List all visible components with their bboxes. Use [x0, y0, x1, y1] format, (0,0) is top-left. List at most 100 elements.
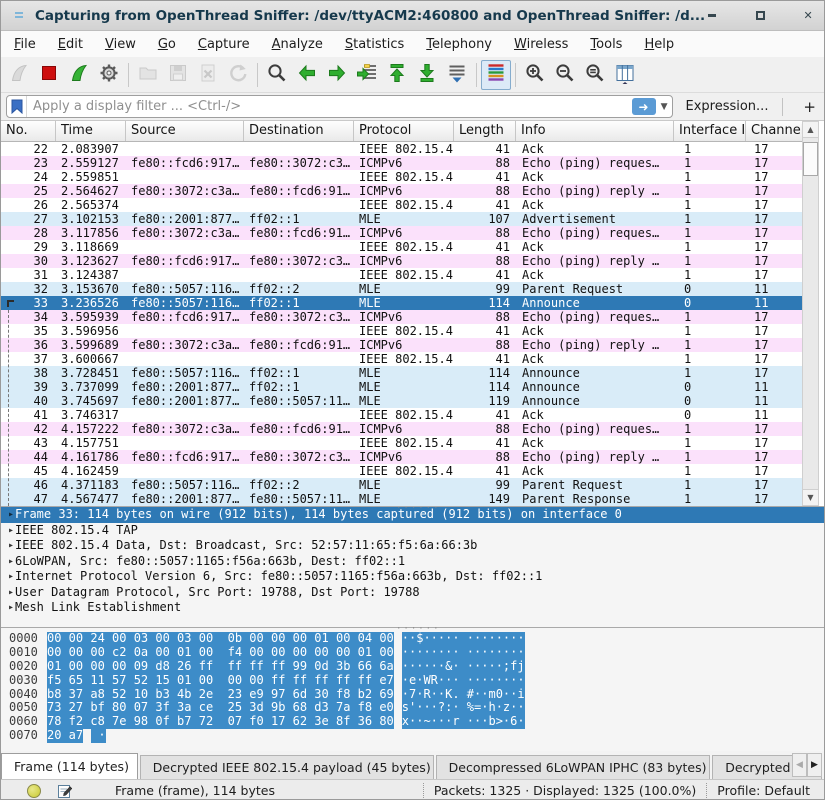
expression-button[interactable]: Expression... [685, 99, 768, 114]
maximize-button[interactable] [753, 9, 767, 23]
go-to-packet-button[interactable] [352, 60, 382, 90]
hex-bytes[interactable]: b8 37 a8 52 10 b3 4b 2e 23 e9 97 6d 30 f… [47, 688, 394, 702]
column-header-time[interactable]: Time [56, 121, 126, 142]
packet-row-46[interactable]: 464.371183fe80::5057:116…ff02::2MLE99Par… [1, 478, 804, 492]
status-profile[interactable]: Profile: Default [717, 783, 810, 798]
minimize-button[interactable] [705, 9, 719, 23]
packet-row-28[interactable]: 283.117856fe80::3072:c3a…fe80::fcd6:91…I… [1, 226, 804, 240]
hex-ascii[interactable]: ·7·R··K. #··m0··i [402, 688, 525, 702]
detail-line[interactable]: ▸User Datagram Protocol, Src Port: 19788… [1, 585, 824, 601]
packet-row-36[interactable]: 363.599689fe80::3072:c3a…fe80::fcd6:91…I… [1, 338, 804, 352]
expander-icon[interactable]: ▸ [1, 507, 15, 523]
menu-item-statistics[interactable]: Statistics [334, 34, 415, 55]
menu-item-edit[interactable]: Edit [47, 34, 94, 55]
packet-row-27[interactable]: 273.102153fe80::2001:877…ff02::1MLE107Ad… [1, 212, 804, 226]
packet-row-25[interactable]: 252.564627fe80::3072:c3a…fe80::fcd6:91…I… [1, 184, 804, 198]
expert-info-icon[interactable] [27, 784, 41, 798]
menu-item-view[interactable]: View [94, 34, 147, 55]
packet-row-37[interactable]: 373.600667IEEE 802.15.441Ack117 [1, 352, 804, 366]
hex-bytes[interactable]: 00 00 00 c2 0a 00 01 00 f4 00 00 00 00 0… [47, 646, 394, 660]
add-filter-button[interactable]: + [795, 98, 824, 116]
hex-ascii[interactable]: ········ ········ [402, 646, 525, 660]
packet-row-22[interactable]: 222.083907IEEE 802.15.441Ack117 [1, 142, 804, 156]
scrollbar-thumb[interactable] [803, 142, 818, 176]
packet-row-35[interactable]: 353.596956IEEE 802.15.441Ack117 [1, 324, 804, 338]
packet-row-33[interactable]: 333.236526fe80::5057:116…ff02::1MLE114An… [1, 296, 804, 310]
menu-item-telephony[interactable]: Telephony [415, 34, 503, 55]
zoom-out-button[interactable] [550, 60, 580, 90]
column-header-info[interactable]: Info [516, 121, 674, 142]
menu-item-go[interactable]: Go [147, 34, 187, 55]
bookmark-icon[interactable] [7, 96, 27, 117]
hex-ascii[interactable]: x··~···r ···b>·6· [402, 715, 525, 729]
expander-icon[interactable]: ▸ [1, 523, 15, 539]
packet-row-41[interactable]: 413.746317IEEE 802.15.441Ack011 [1, 408, 804, 422]
byte-tab-3[interactable]: Decompressed 6LoWPAN IPHC (83 bytes) [436, 755, 711, 779]
packet-row-43[interactable]: 434.157751IEEE 802.15.441Ack117 [1, 436, 804, 450]
packet-row-40[interactable]: 403.745697fe80::2001:877…fe80::5057:11…M… [1, 394, 804, 408]
hex-ascii[interactable]: ······&· ·····;fj [402, 660, 525, 674]
splitter-handle[interactable]: ······ [396, 506, 441, 513]
byte-tab-2[interactable]: Decrypted IEEE 802.15.4 payload (45 byte… [140, 755, 434, 779]
filter-dropdown-icon[interactable]: ▼ [659, 102, 673, 112]
menu-item-wireless[interactable]: Wireless [503, 34, 579, 55]
column-header-channel[interactable]: Channel [746, 121, 804, 142]
detail-line[interactable]: ▸Mesh Link Establishment [1, 600, 824, 616]
packet-row-26[interactable]: 262.565374IEEE 802.15.441Ack117 [1, 198, 804, 212]
go-first-button[interactable] [382, 60, 412, 90]
expander-icon[interactable]: ▸ [1, 554, 15, 570]
menu-item-help[interactable]: Help [633, 34, 685, 55]
hex-bytes[interactable]: f5 65 11 57 52 15 01 00 00 00 ff ff ff f… [47, 674, 394, 688]
capture-options-button[interactable] [94, 60, 124, 90]
capture-comment-icon[interactable] [57, 783, 73, 799]
detail-line[interactable]: ▸IEEE 802.15.4 TAP [1, 523, 824, 539]
packet-row-39[interactable]: 393.737099fe80::2001:877…ff02::1MLE114An… [1, 380, 804, 394]
packet-row-34[interactable]: 343.595939fe80::fcd6:917…fe80::3072:c3…I… [1, 310, 804, 324]
menu-item-capture[interactable]: Capture [187, 34, 261, 55]
resize-columns-button[interactable] [610, 60, 640, 90]
go-forward-button[interactable] [322, 60, 352, 90]
packet-row-47[interactable]: 474.567477fe80::2001:877…fe80::5057:11…M… [1, 492, 804, 506]
colorize-button[interactable] [481, 60, 511, 90]
expander-icon[interactable]: ▸ [1, 585, 15, 601]
column-header-interface-id[interactable]: Interface ID [674, 121, 746, 142]
tab-scroll-right-icon[interactable]: ▶ [807, 753, 822, 777]
hex-bytes[interactable]: 00 00 24 00 03 00 03 00 0b 00 00 00 01 0… [47, 632, 394, 646]
packet-row-24[interactable]: 242.559851IEEE 802.15.441Ack117 [1, 170, 804, 184]
display-filter-input[interactable] [27, 99, 632, 114]
zoom-in-button[interactable] [520, 60, 550, 90]
hex-bytes[interactable]: 78 f2 c8 7e 98 0f b7 72 07 f0 17 62 3e 8… [47, 715, 394, 729]
expander-icon[interactable]: ▸ [1, 600, 15, 616]
column-header-destination[interactable]: Destination [244, 121, 354, 142]
go-last-button[interactable] [412, 60, 442, 90]
scroll-down-icon[interactable]: ▼ [803, 489, 818, 505]
hex-bytes[interactable]: 01 00 00 00 09 d8 26 ff ff ff ff 99 0d 3… [47, 660, 394, 674]
packet-row-31[interactable]: 313.124387IEEE 802.15.441Ack117 [1, 268, 804, 282]
column-header-protocol[interactable]: Protocol [354, 121, 454, 142]
detail-line[interactable]: ▸6LoWPAN, Src: fe80::5057:1165:f56a:663b… [1, 554, 824, 570]
packet-row-44[interactable]: 444.161786fe80::fcd6:917…fe80::3072:c3…I… [1, 450, 804, 464]
packet-list-scrollbar[interactable]: ▲ ▼ [802, 121, 819, 506]
packet-row-30[interactable]: 303.123627fe80::fcd6:917…fe80::3072:c3…I… [1, 254, 804, 268]
auto-scroll-button[interactable] [442, 60, 472, 90]
packet-row-29[interactable]: 293.118669IEEE 802.15.441Ack117 [1, 240, 804, 254]
apply-filter-button[interactable]: ➜ [632, 98, 656, 115]
hex-ascii[interactable]: · [91, 729, 105, 743]
scroll-up-icon[interactable]: ▲ [803, 122, 818, 138]
menu-item-analyze[interactable]: Analyze [261, 34, 334, 55]
tab-scroll-left-icon[interactable]: ◀ [792, 753, 807, 777]
packet-row-38[interactable]: 383.728451fe80::5057:116…ff02::1MLE114An… [1, 366, 804, 380]
hex-ascii[interactable]: ··$····· ········ [402, 632, 525, 646]
menu-item-file[interactable]: File [3, 34, 47, 55]
zoom-original-button[interactable] [580, 60, 610, 90]
packet-row-23[interactable]: 232.559127fe80::fcd6:917…fe80::3072:c3…I… [1, 156, 804, 170]
hex-ascii[interactable]: s'···?:· %=·h·z·· [402, 701, 525, 715]
packet-row-45[interactable]: 454.162459IEEE 802.15.441Ack117 [1, 464, 804, 478]
detail-line[interactable]: ▸IEEE 802.15.4 Data, Dst: Broadcast, Src… [1, 538, 824, 554]
column-header-source[interactable]: Source [126, 121, 244, 142]
restart-capture-button[interactable] [64, 60, 94, 90]
menu-item-tools[interactable]: Tools [579, 34, 633, 55]
stop-capture-button[interactable] [34, 60, 64, 90]
hex-bytes[interactable]: 73 27 bf 80 07 3f 3a ce 25 3d 9b 68 d3 7… [47, 701, 394, 715]
go-back-button[interactable] [292, 60, 322, 90]
